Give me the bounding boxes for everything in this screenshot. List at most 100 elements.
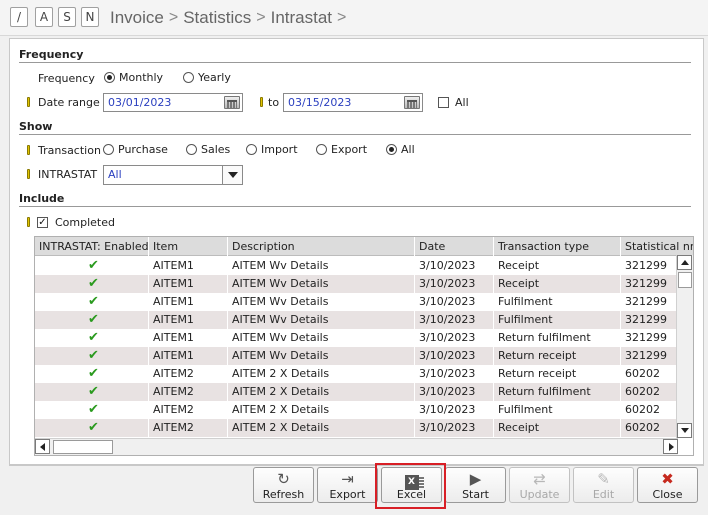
all-dates-label[interactable]: All (455, 96, 469, 109)
edit-button[interactable]: ✎ Edit (573, 467, 634, 503)
transaction-type-cell: Receipt (494, 419, 621, 437)
to-label: to (268, 96, 280, 109)
refresh-button[interactable]: ↻ Refresh (253, 467, 314, 503)
monthly-radio[interactable] (104, 72, 115, 83)
column-header-transaction-type[interactable]: Transaction type (494, 237, 621, 256)
close-icon: ✖ (661, 470, 674, 488)
column-header-statistical-nr[interactable]: Statistical nr. (621, 237, 693, 256)
monthly-radio-label[interactable]: Monthly (119, 71, 163, 84)
purchase-radio[interactable] (103, 144, 114, 155)
export-radio[interactable] (316, 144, 327, 155)
column-header-item[interactable]: Item (149, 237, 228, 256)
table-row[interactable]: ✔ AITEM2 AITEM 2 X Details 3/10/2023 Return … (35, 365, 693, 383)
export-button-label: Export (329, 488, 366, 501)
start-button[interactable]: ▶ Start (445, 467, 506, 503)
scroll-right-icon[interactable] (663, 439, 678, 454)
scroll-down-icon[interactable] (677, 423, 692, 438)
transaction-type-cell: Return fulfilment (494, 383, 621, 401)
letter-button-a[interactable]: A (35, 7, 53, 27)
check-icon: ✔ (88, 384, 99, 399)
transaction-type-cell: Return fulfilment (494, 329, 621, 347)
export-radio-label[interactable]: Export (331, 143, 367, 156)
column-header-description[interactable]: Description (228, 237, 415, 256)
table-row[interactable]: ✔ AITEM1 AITEM Wv Details 3/10/2023 Return f… (35, 329, 693, 347)
refresh-icon: ↻ (277, 470, 290, 488)
transaction-type-cell: Fulfilment (494, 311, 621, 329)
enabled-cell: ✔ (35, 383, 149, 401)
table-row[interactable]: ✔ AITEM1 AITEM Wv Details 3/10/2023 Receipt 3… (35, 257, 693, 275)
item-cell: AITEM2 (149, 383, 228, 401)
check-icon: ✔ (88, 366, 99, 381)
item-cell: AITEM2 (149, 401, 228, 419)
breadcrumb-invoice[interactable]: Invoice (110, 8, 164, 28)
title-bar: / A S N Invoice > Statistics > Intrastat… (0, 0, 708, 36)
letter-button-slash[interactable]: / (10, 7, 28, 27)
yearly-radio[interactable] (183, 72, 194, 83)
refresh-button-label: Refresh (262, 488, 305, 501)
start-button-label: Start (462, 488, 489, 501)
column-header-date[interactable]: Date (415, 237, 494, 256)
update-button[interactable]: ⇄ Update (509, 467, 570, 503)
date-cell: 3/10/2023 (415, 365, 494, 383)
required-marker (260, 97, 263, 107)
item-cell: AITEM1 (149, 329, 228, 347)
calendar-icon[interactable] (224, 96, 240, 109)
enabled-cell: ✔ (35, 275, 149, 293)
vertical-scrollbar[interactable] (676, 255, 693, 438)
breadcrumb-statistics[interactable]: Statistics (183, 8, 251, 28)
table-row[interactable]: ✔ AITEM2 AITEM 2 X Details 3/10/2023 Fulfilm… (35, 401, 693, 419)
calendar-icon[interactable] (404, 96, 420, 109)
table-row[interactable]: ✔ AITEM1 AITEM Wv Details 3/10/2023 Fulfilme… (35, 311, 693, 329)
purchase-radio-label[interactable]: Purchase (118, 143, 168, 156)
chevron-down-icon[interactable] (222, 166, 242, 184)
item-cell: AITEM2 (149, 365, 228, 383)
table-row[interactable]: ✔ AITEM1 AITEM Wv Details 3/10/2023 Return r… (35, 347, 693, 365)
sales-radio[interactable] (186, 144, 197, 155)
description-cell: AITEM Wv Details (228, 311, 415, 329)
item-cell: AITEM1 (149, 347, 228, 365)
import-radio[interactable] (246, 144, 257, 155)
letter-button-s[interactable]: S (58, 7, 76, 27)
check-icon: ✔ (88, 294, 99, 309)
item-cell: AITEM1 (149, 257, 228, 275)
letter-button-n[interactable]: N (81, 7, 99, 27)
import-radio-label[interactable]: Import (261, 143, 298, 156)
description-cell: AITEM 2 X Details (228, 419, 415, 437)
check-icon: ✔ (88, 402, 99, 417)
table-row[interactable]: ✔ AITEM1 AITEM Wv Details 3/10/2023 Receipt 3… (35, 275, 693, 293)
column-header-enabled[interactable]: INTRASTAT: Enabled (35, 237, 149, 256)
export-button[interactable]: ⇥ Export (317, 467, 378, 503)
transaction-type-cell: Return receipt (494, 365, 621, 383)
transaction-type-cell: Receipt (494, 275, 621, 293)
enabled-cell: ✔ (35, 365, 149, 383)
scroll-up-icon[interactable] (677, 255, 692, 270)
edit-button-label: Edit (592, 488, 615, 501)
sync-icon: ⇄ (533, 470, 546, 488)
all-dates-checkbox[interactable] (438, 97, 449, 108)
date-cell: 3/10/2023 (415, 401, 494, 419)
horizontal-scrollbar[interactable] (35, 438, 678, 455)
all-transactions-radio-label[interactable]: All (401, 143, 415, 156)
completed-label[interactable]: Completed (55, 216, 115, 229)
description-cell: AITEM Wv Details (228, 347, 415, 365)
scroll-thumb[interactable] (53, 440, 113, 454)
completed-checkbox[interactable]: ✓ (37, 217, 48, 228)
table-row[interactable]: ✔ AITEM1 AITEM Wv Details 3/10/2023 Fulfilme… (35, 293, 693, 311)
date-range-label: Date range (38, 96, 100, 109)
scroll-thumb[interactable] (678, 272, 692, 288)
intrastat-select[interactable]: All (103, 165, 243, 185)
date-to-value: 03/15/2023 (288, 96, 352, 109)
excel-button[interactable]: X Excel (381, 467, 442, 503)
table-row[interactable]: ✔ AITEM2 AITEM 2 X Details 3/10/2023 Return … (35, 383, 693, 401)
play-icon: ▶ (469, 470, 482, 488)
scroll-left-icon[interactable] (35, 439, 50, 454)
enabled-cell: ✔ (35, 293, 149, 311)
table-row[interactable]: ✔ AITEM2 AITEM 2 X Details 3/10/2023 Receipt… (35, 419, 693, 437)
close-button[interactable]: ✖ Close (637, 467, 698, 503)
yearly-radio-label[interactable]: Yearly (198, 71, 231, 84)
all-transactions-radio[interactable] (386, 144, 397, 155)
date-from-input[interactable]: 03/01/2023 (103, 93, 243, 112)
date-to-input[interactable]: 03/15/2023 (283, 93, 423, 112)
sales-radio-label[interactable]: Sales (201, 143, 230, 156)
description-cell: AITEM 2 X Details (228, 401, 415, 419)
